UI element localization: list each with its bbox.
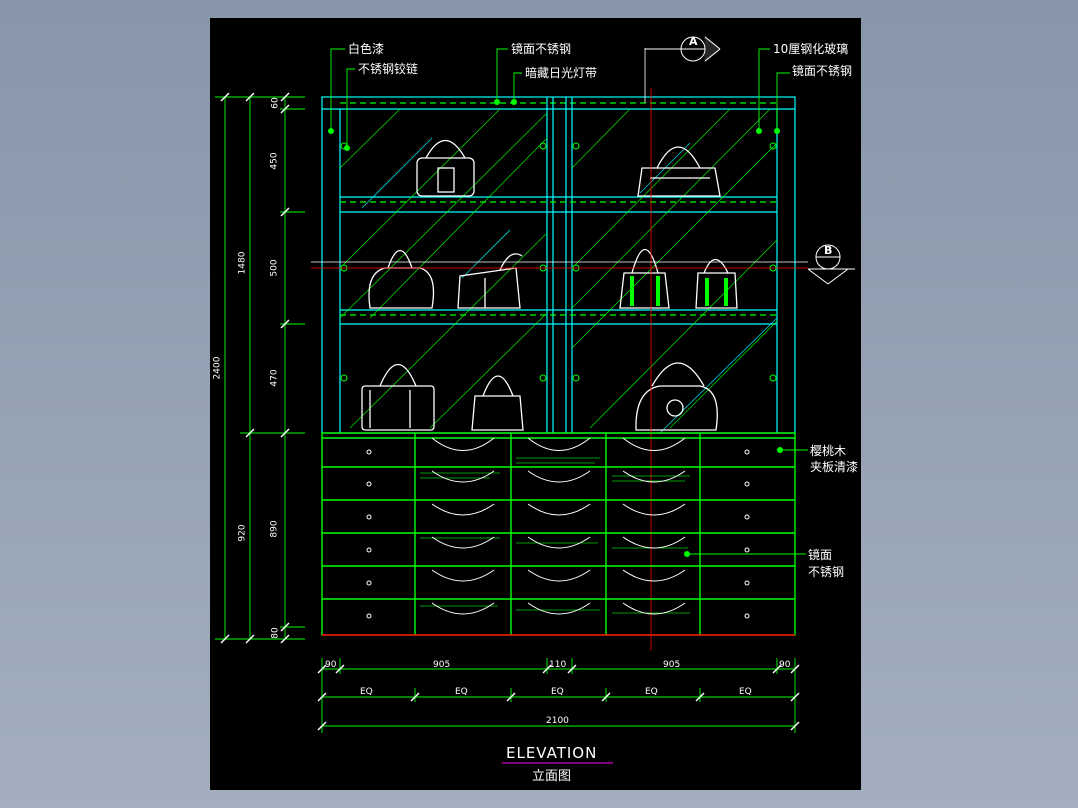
dim-total-2100: 2100 <box>546 716 569 726</box>
drawer-grain <box>420 457 690 614</box>
drawing-title-cn: 立面图 <box>532 769 572 784</box>
dim-60: 60 <box>270 97 281 109</box>
dim-bottom-90-left: 90 <box>325 660 337 670</box>
drawing-title-en: ELEVATION <box>506 744 598 762</box>
left-dimensions <box>215 96 305 640</box>
handbag-9 <box>635 362 718 431</box>
dim-bottom-90-right: 90 <box>779 660 791 670</box>
drawing-sheet: 白色漆 不锈钢铰链 镜面不锈钢 暗藏日光灯带 10厘钢化玻璃 镜面不锈钢 樱桃木… <box>210 18 861 790</box>
callout-ss-hinge: 不锈钢铰链 <box>358 62 419 76</box>
glass-hatching <box>339 108 778 434</box>
dim-eq-5: EQ <box>739 687 752 697</box>
callout-white-paint: 白色漆 <box>348 42 385 56</box>
handbag-1 <box>416 140 475 197</box>
callout-mirror-ss-right: 镜面不锈钢 <box>792 64 853 78</box>
dim-890: 890 <box>269 520 280 538</box>
dim-bottom-110: 110 <box>549 660 567 670</box>
dim-920: 920 <box>237 524 248 542</box>
dim-bottom-905-right: 905 <box>663 660 681 670</box>
dim-1480: 1480 <box>237 251 248 275</box>
section-marker-b-label: B <box>824 244 833 257</box>
dim-470: 470 <box>269 369 280 387</box>
dim-2400: 2400 <box>212 356 223 380</box>
callout-stainless-low: 不锈钢 <box>808 565 845 579</box>
dim-eq-4: EQ <box>645 687 658 697</box>
callout-tempered-glass: 10厘钢化玻璃 <box>773 42 849 56</box>
callout-cherry-wood: 樱桃木 <box>810 444 847 458</box>
dim-eq-2: EQ <box>455 687 468 697</box>
dim-500: 500 <box>269 259 280 277</box>
handbag-7 <box>361 364 435 431</box>
elevation-drawing <box>215 34 855 764</box>
dim-80: 80 <box>270 627 281 639</box>
section-marker-a-label: A <box>689 35 698 48</box>
handbag-8 <box>471 375 524 431</box>
dim-bottom-905-left: 905 <box>433 660 451 670</box>
handbags <box>361 140 738 431</box>
dim-450: 450 <box>269 152 280 170</box>
callout-hidden-light: 暗藏日光灯带 <box>525 66 598 80</box>
dim-eq-1: EQ <box>360 687 373 697</box>
drawer-knobs <box>366 449 750 619</box>
callout-plywood-varnish: 夹板清漆 <box>810 460 859 474</box>
callout-mirror-low: 镜面 <box>808 548 833 562</box>
dim-eq-3: EQ <box>551 687 564 697</box>
left-dim-ticks <box>220 92 290 644</box>
section-marker-a <box>645 34 721 64</box>
callout-mirror-ss-top: 镜面不锈钢 <box>511 42 572 56</box>
drawer-arcs <box>431 437 686 615</box>
